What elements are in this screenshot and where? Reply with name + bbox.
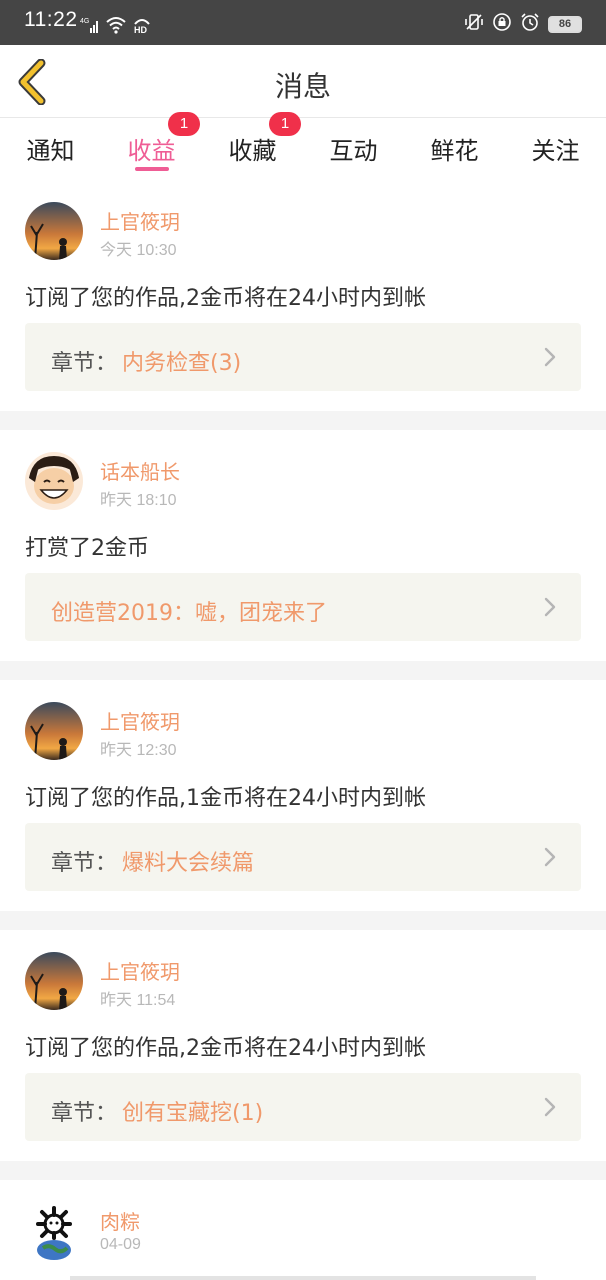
tab-label: 通知 — [26, 137, 75, 165]
tab-earnings[interactable]: 收益 1 — [101, 112, 202, 180]
message-text: 订阅了您的作品,2金币将在24小时内到帐 — [25, 1036, 426, 1061]
tab-favorites[interactable]: 收藏 1 — [202, 112, 303, 180]
chevron-right-icon — [544, 597, 556, 617]
avatar[interactable] — [25, 952, 83, 1010]
message-card: 话本船长 昨天 18:10 打赏了2金币 创造营2019：嘘，团宠来了 — [0, 430, 606, 661]
message-card: 上官筱玥 昨天 11:54 订阅了您的作品,2金币将在24小时内到帐 章节： 创… — [0, 930, 606, 1161]
tab-label: 鲜花 — [430, 137, 479, 165]
tab-label: 收益 — [127, 137, 176, 165]
work-link[interactable]: 创造营2019：嘘，团宠来了 — [25, 573, 581, 641]
timestamp: 昨天 18:10 — [100, 492, 177, 509]
chapter-link[interactable]: 章节： 内务检查(3) — [25, 323, 581, 391]
active-tab-indicator — [134, 167, 169, 171]
message-text: 打赏了2金币 — [25, 536, 149, 561]
status-time: 11:22 — [24, 8, 78, 31]
status-bar: 11:22 4G HD 86 — [0, 0, 606, 45]
chapter-label: 章节： — [51, 1101, 118, 1126]
unread-badge: 1 — [168, 112, 200, 136]
message-card: 肉粽 04-09 — [0, 1180, 606, 1280]
chevron-right-icon — [544, 1097, 556, 1117]
svg-text:4G: 4G — [80, 18, 89, 25]
tab-label: 互动 — [329, 137, 378, 165]
header-bar: 消息 — [0, 45, 606, 118]
avatar[interactable] — [25, 702, 83, 760]
username[interactable]: 上官筱玥 — [100, 206, 180, 235]
timestamp: 今天 10:30 — [100, 242, 177, 259]
unread-badge: 1 — [269, 112, 301, 136]
message-card: 上官筱玥 今天 10:30 订阅了您的作品,2金币将在24小时内到帐 章节： 内… — [0, 180, 606, 411]
lock-icon — [492, 13, 512, 35]
chapter-label: 章节： — [51, 351, 118, 376]
tab-notifications[interactable]: 通知 — [0, 118, 101, 180]
avatar[interactable] — [25, 202, 83, 260]
message-card: 上官筱玥 昨天 12:30 订阅了您的作品,1金币将在24小时内到帐 章节： 爆… — [0, 680, 606, 911]
page-title: 消息 — [274, 70, 331, 103]
username[interactable]: 肉粽 — [100, 1206, 140, 1235]
chevron-right-icon — [544, 847, 556, 867]
tab-interactions[interactable]: 互动 — [303, 118, 404, 180]
tab-label: 关注 — [531, 137, 580, 165]
signal-icon: 4G — [80, 16, 100, 38]
username[interactable]: 上官筱玥 — [100, 706, 180, 735]
work-title: 创造营2019：嘘，团宠来了 — [51, 601, 327, 626]
avatar[interactable] — [25, 1202, 83, 1260]
tab-label: 收藏 — [228, 137, 277, 165]
message-text: 订阅了您的作品,2金币将在24小时内到帐 — [25, 286, 426, 311]
avatar[interactable] — [25, 452, 83, 510]
divider — [70, 1276, 536, 1280]
hd-icon: HD — [132, 16, 152, 38]
chapter-title: 创有宝藏挖(1) — [122, 1101, 264, 1126]
chapter-label: 章节： — [51, 851, 118, 876]
alarm-icon — [520, 13, 540, 35]
wifi-icon — [106, 16, 126, 38]
tab-flowers[interactable]: 鲜花 — [404, 118, 505, 180]
chapter-title: 内务检查(3) — [122, 351, 242, 376]
chapter-link[interactable]: 章节： 创有宝藏挖(1) — [25, 1073, 581, 1141]
chapter-title: 爆料大会续篇 — [122, 851, 255, 876]
timestamp: 昨天 11:54 — [100, 992, 176, 1009]
username[interactable]: 话本船长 — [100, 456, 180, 485]
message-text: 订阅了您的作品,1金币将在24小时内到帐 — [25, 786, 426, 811]
chevron-right-icon — [544, 347, 556, 367]
vibrate-icon — [464, 13, 484, 35]
timestamp: 04-09 — [100, 1236, 141, 1253]
tab-following[interactable]: 关注 — [505, 118, 606, 180]
battery-icon: 86 — [548, 15, 582, 33]
username[interactable]: 上官筱玥 — [100, 956, 180, 985]
tab-bar: 通知 收益 1 收藏 1 互动 鲜花 关注 — [0, 112, 606, 180]
svg-text:HD: HD — [134, 25, 147, 34]
chapter-link[interactable]: 章节： 爆料大会续篇 — [25, 823, 581, 891]
timestamp: 昨天 12:30 — [100, 742, 177, 759]
